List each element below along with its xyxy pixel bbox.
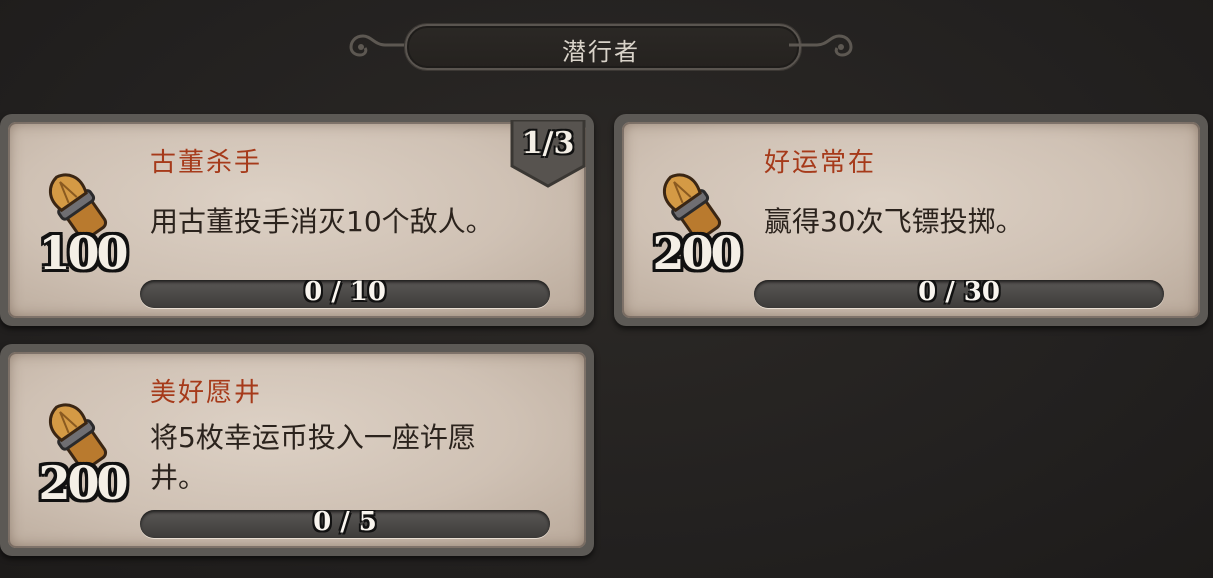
scroll-ornament-right-icon [789,34,853,57]
quest-description: 用古董投手消灭10个敌人。 [150,205,494,238]
quest-description: 赢得30次飞镖投掷。 [764,205,1024,238]
quest-progress-text: 0 / 30 [918,280,1000,307]
reward-amount: 200 [38,456,128,510]
reward-amount: 100 [38,226,128,280]
quest-progress-text: 0 / 10 [304,280,386,307]
quest-progress-bar: 0 / 10 [140,280,550,308]
reward-amount: 200 [652,226,742,280]
quest-progress-bar: 0 / 30 [754,280,1164,308]
quest-progress-bar: 0 / 5 [140,510,550,538]
page-title: 潜行者 [562,38,640,66]
quest-card-antique-killer[interactable]: 100 古董杀手 用古董投手消灭10个敌人。 0 / 10 1/3 [0,114,594,326]
quest-title: 美好愿井 [150,378,263,408]
quest-description: 将5枚幸运币投入一座许愿井。 [150,421,476,494]
quest-title: 好运常在 [764,148,877,178]
quest-card-good-luck[interactable]: 200 好运常在 赢得30次飞镖投掷。 0 / 30 [614,114,1208,326]
quest-title: 古董杀手 [150,148,263,178]
quest-progress-text: 0 / 5 [313,510,377,537]
quest-pagination-tab[interactable]: 1/3 [508,120,588,190]
quest-card-wishing-well[interactable]: 200 美好愿井 将5枚幸运币投入一座许愿井。 0 / 5 [0,344,594,556]
class-banner: 潜行者 [345,18,857,76]
quest-pagination-label: 1/3 [521,126,575,161]
